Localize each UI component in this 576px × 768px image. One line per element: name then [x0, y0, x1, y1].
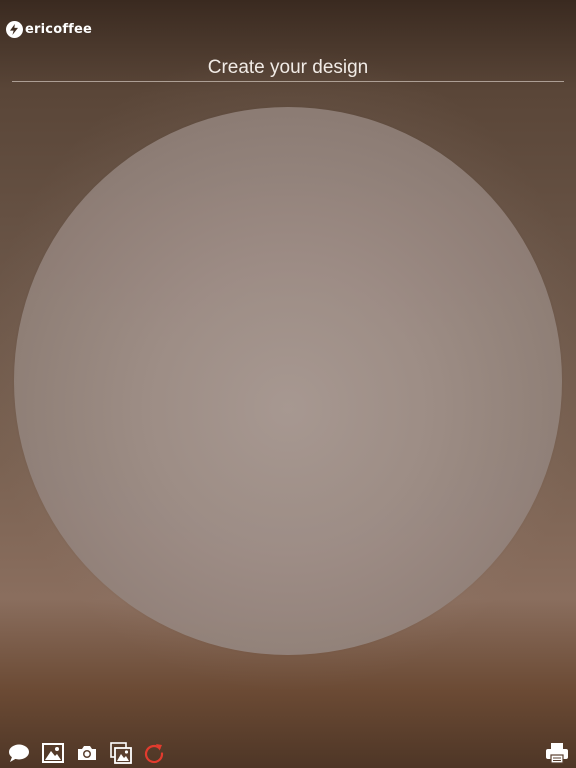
gallery-tool-button[interactable]	[110, 742, 132, 764]
bottom-toolbar	[0, 728, 576, 768]
image-tool-button[interactable]	[42, 742, 64, 764]
camera-icon	[78, 746, 96, 760]
picture-icon	[42, 743, 64, 763]
print-button[interactable]	[545, 742, 569, 764]
speech-bubble-icon	[9, 744, 29, 762]
design-canvas-circle[interactable]	[14, 107, 562, 655]
lightning-circle-icon	[6, 21, 23, 38]
reset-button[interactable]	[143, 742, 165, 764]
title-divider	[12, 81, 564, 82]
page-title: Create your design	[207, 57, 369, 78]
brand-logo: ericoffee	[6, 21, 92, 38]
gallery-icon	[110, 742, 132, 764]
camera-tool-button[interactable]	[76, 742, 98, 764]
printer-icon	[546, 743, 568, 764]
text-tool-button[interactable]	[8, 742, 30, 764]
brand-name: ericoffee	[25, 22, 93, 37]
refresh-icon	[144, 744, 164, 764]
